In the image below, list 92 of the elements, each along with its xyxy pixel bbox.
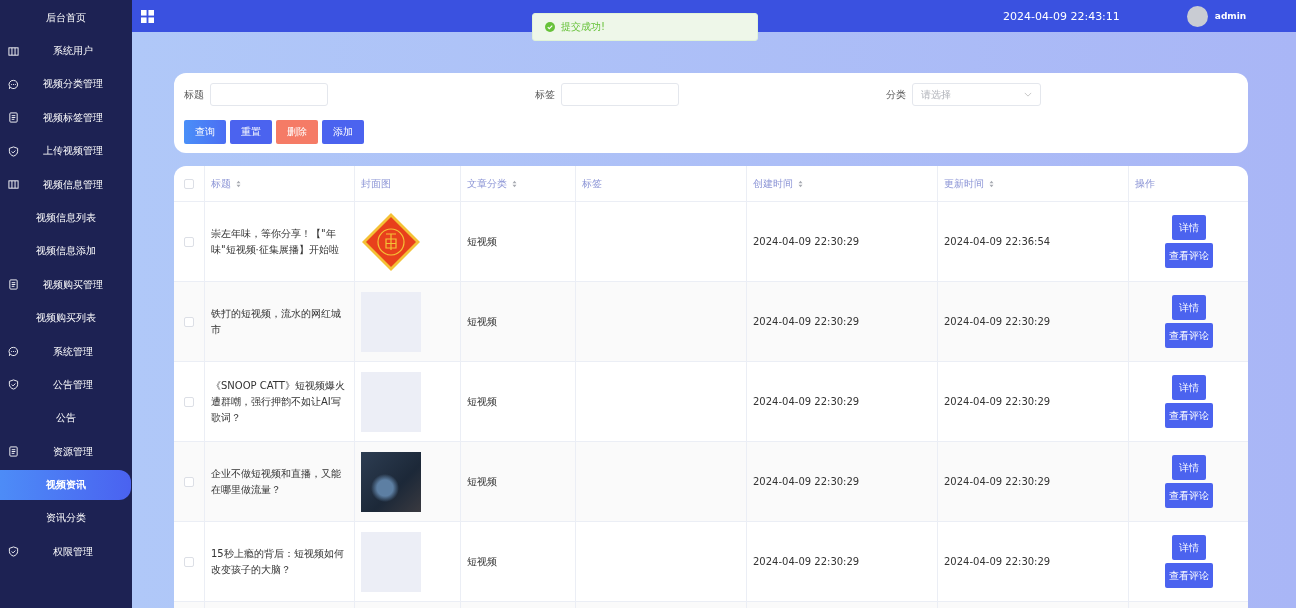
- checkbox[interactable]: [184, 236, 194, 247]
- row-action-button[interactable]: 详情: [1171, 455, 1206, 480]
- date-cell: 2024-04-09 22:30:29: [753, 236, 860, 247]
- row-action-button[interactable]: 详情: [1171, 215, 1206, 240]
- date-cell: 2024-04-09 22:30:29: [944, 556, 1051, 567]
- checkbox[interactable]: [184, 316, 194, 327]
- checkbox[interactable]: [184, 396, 194, 407]
- document-icon: [8, 279, 19, 291]
- category-cell: 短视频: [467, 554, 497, 569]
- date-cell: 2024-04-09 22:30:29: [944, 476, 1051, 487]
- sort-icon[interactable]: [236, 179, 241, 188]
- column-header[interactable]: 创建时间: [753, 176, 793, 191]
- menu-icon[interactable]: [141, 9, 154, 23]
- sidebar-item[interactable]: 系统管理: [0, 334, 131, 369]
- row-action-button[interactable]: 详情: [1171, 295, 1206, 320]
- checkbox[interactable]: [184, 476, 194, 487]
- date-cell: 2024-04-09 22:36:54: [944, 236, 1051, 247]
- sidebar-item[interactable]: 视频购买列表: [0, 301, 131, 335]
- sidebar-item[interactable]: 视频购买管理: [0, 268, 131, 302]
- sort-icon[interactable]: [989, 179, 994, 188]
- columns-icon: [8, 179, 19, 191]
- sidebar-item[interactable]: 公告: [0, 401, 131, 436]
- row-action-button[interactable]: 查看评论: [1164, 323, 1213, 348]
- chat-icon: [8, 346, 19, 358]
- field-label: 标签: [535, 87, 555, 102]
- shield-check-icon: [8, 379, 19, 391]
- action-button[interactable]: 查询: [184, 120, 226, 144]
- date-cell: 2024-04-09 22:30:29: [753, 316, 860, 327]
- toast-message: 提交成功!: [561, 20, 605, 34]
- row-action-button[interactable]: 查看评论: [1164, 563, 1213, 588]
- sidebar-item[interactable]: 公告管理: [0, 368, 131, 402]
- date-cell: 2024-04-09 22:30:29: [944, 396, 1051, 407]
- column-header[interactable]: 操作: [1135, 176, 1155, 191]
- checkbox[interactable]: [184, 556, 194, 567]
- date-cell: 2024-04-09 22:30:29: [753, 396, 860, 407]
- document-icon: [8, 112, 19, 124]
- date-cell: 2024-04-09 22:30:29: [753, 476, 860, 487]
- row-action-button[interactable]: 详情: [1171, 535, 1206, 560]
- sidebar-item[interactable]: 视频信息列表: [0, 201, 131, 235]
- date-cell: 2024-04-09 22:30:29: [753, 556, 860, 567]
- action-button[interactable]: 删除: [276, 120, 318, 144]
- column-header[interactable]: 标题: [211, 176, 231, 191]
- title-cell-text: 铁打的短视频，流水的网红城市: [211, 306, 342, 337]
- title-cell-text: 《SNOOP CATT》短视频爆火遭群嘲，强行押韵不如让AI写歌词？: [211, 378, 346, 425]
- sidebar-item[interactable]: 视频信息添加: [0, 234, 131, 269]
- check-circle-icon: [545, 22, 555, 32]
- category-cell: 短视频: [467, 234, 497, 249]
- username-text: admin: [1214, 11, 1247, 21]
- action-button[interactable]: 重置: [230, 120, 272, 144]
- sidebar-item[interactable]: 视频分类管理: [0, 67, 131, 102]
- row-action-button[interactable]: 详情: [1171, 375, 1206, 400]
- category-cell: 短视频: [467, 474, 497, 489]
- shield-check-icon: [8, 145, 19, 157]
- title-cell-text: 崇左年味，等你分享！【"年味"短视频·征集展播】开始啦: [211, 226, 340, 257]
- column-header[interactable]: 标签: [582, 176, 602, 191]
- column-header[interactable]: 文章分类: [467, 176, 507, 191]
- sidebar-item[interactable]: 视频标签管理: [0, 101, 131, 135]
- sort-icon[interactable]: [798, 179, 803, 188]
- photo-placeholder: [361, 451, 421, 512]
- sidebar-item[interactable]: 视频资讯: [0, 470, 131, 501]
- column-header[interactable]: 封面图: [361, 176, 391, 191]
- checkbox[interactable]: [184, 178, 194, 189]
- category-cell: 短视频: [467, 314, 497, 329]
- input-field[interactable]: [561, 83, 679, 106]
- chevron-down-icon: [1024, 92, 1032, 97]
- document-icon: [8, 446, 19, 458]
- chat-icon: [8, 78, 19, 90]
- sort-icon[interactable]: [512, 179, 517, 188]
- sidebar-item[interactable]: 资源管理: [0, 435, 131, 469]
- title-cell-text: 15秒上瘾的背后：短视频如何改变孩子的大脑？: [211, 546, 345, 577]
- field-label: 分类: [886, 87, 906, 102]
- row-action-button[interactable]: 查看评论: [1164, 403, 1213, 428]
- sidebar-item[interactable]: 系统用户: [0, 34, 131, 68]
- input-field[interactable]: [210, 83, 328, 106]
- columns-icon: [8, 45, 19, 57]
- category-cell: 短视频: [467, 394, 497, 409]
- datetime-text: 2024-04-09 22:43:11: [1003, 9, 1120, 23]
- sidebar-item[interactable]: 视频信息管理: [0, 167, 131, 202]
- diamond-emblem-drawing: [361, 211, 421, 272]
- field-label: 标题: [184, 87, 204, 102]
- avatar[interactable]: [1186, 5, 1208, 27]
- date-cell: 2024-04-09 22:30:29: [944, 316, 1051, 327]
- row-action-button[interactable]: 查看评论: [1164, 483, 1213, 508]
- column-header[interactable]: 更新时间: [944, 176, 984, 191]
- row-action-button[interactable]: 查看评论: [1164, 243, 1213, 268]
- sidebar-item[interactable]: 后台首页: [0, 1, 131, 35]
- sidebar-item[interactable]: 上传视频管理: [0, 134, 131, 168]
- sidebar-item[interactable]: 权限管理: [0, 534, 131, 569]
- shield-check-icon: [8, 546, 19, 558]
- title-cell-text: 企业不做短视频和直播，又能在哪里做流量？: [211, 466, 342, 497]
- action-button[interactable]: 添加: [322, 120, 364, 144]
- sidebar-item[interactable]: 资讯分类: [0, 501, 131, 535]
